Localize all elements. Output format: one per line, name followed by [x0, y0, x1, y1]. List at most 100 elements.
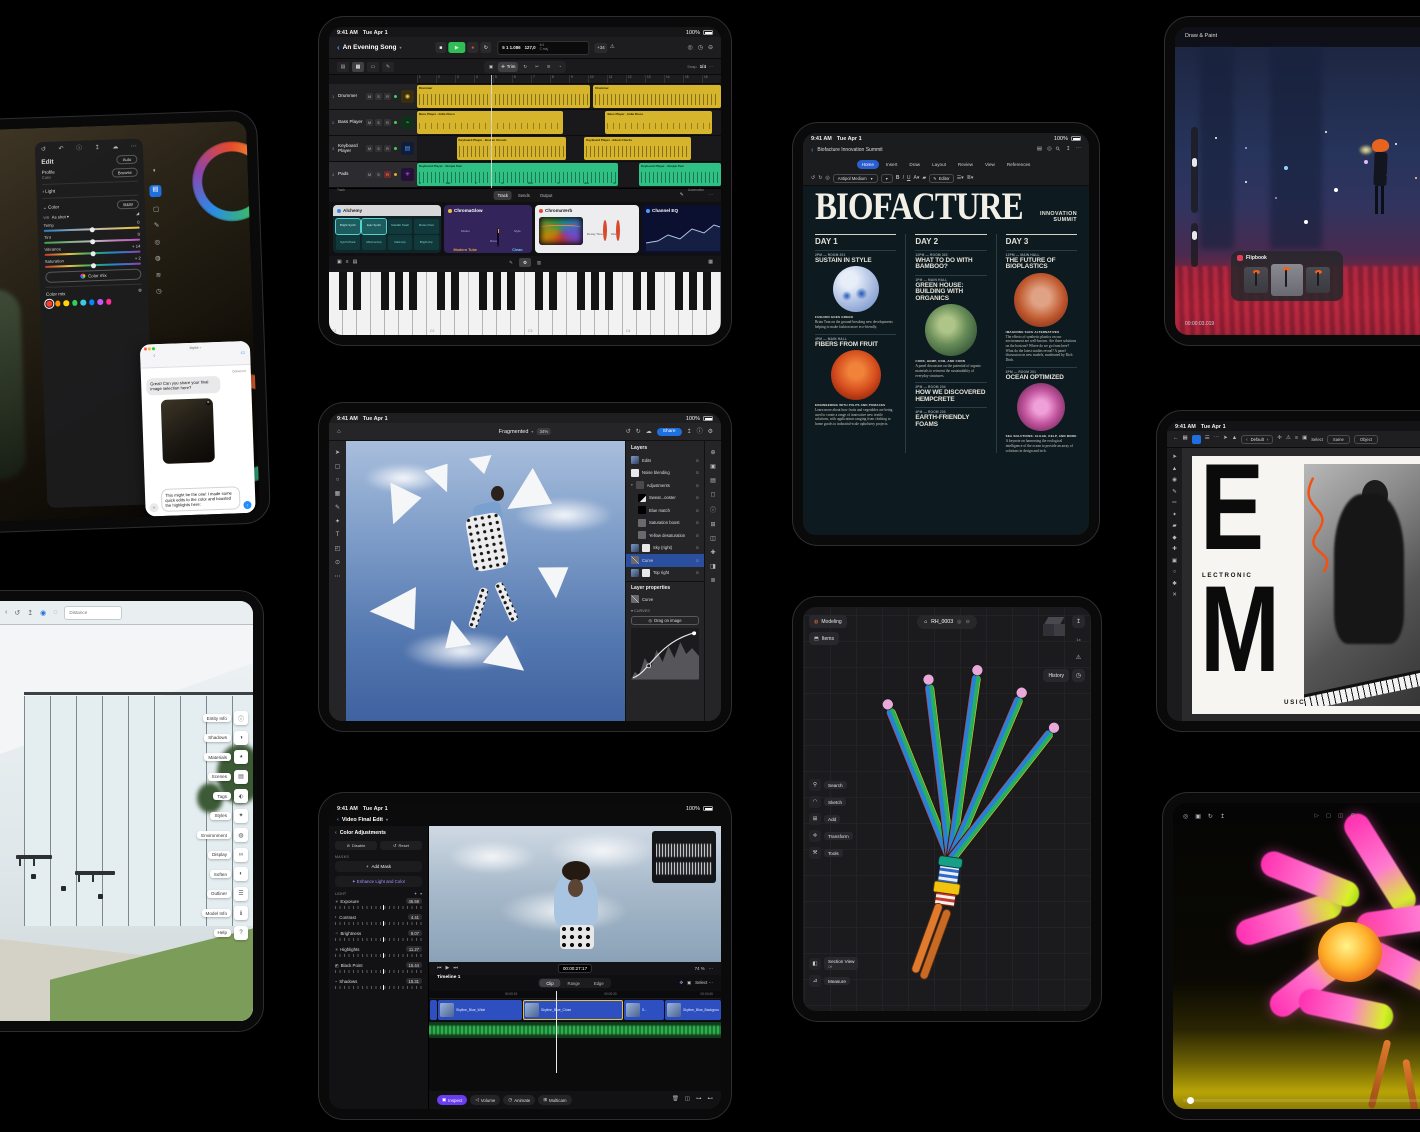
document-title[interactable]: Fragmented: [499, 429, 529, 435]
alchemy-snapshot-cell[interactable]: Epic Synth: [362, 219, 387, 234]
clip-partial[interactable]: [430, 1000, 437, 1020]
cycle-button[interactable]: ↻: [480, 42, 491, 53]
play-icon[interactable]: ▷: [1315, 813, 1319, 819]
eye-icon[interactable]: ⊙: [696, 495, 699, 500]
layer-row[interactable]: Sky (right)⊙: [626, 542, 704, 555]
list-icon[interactable]: ≣▾: [967, 176, 974, 181]
panel-button[interactable]: Scenes ▤: [197, 770, 248, 784]
lock-icon[interactable]: ▣: [1195, 813, 1201, 820]
underline-button[interactable]: U: [907, 175, 911, 181]
tool-icon[interactable]: ◆: [1172, 535, 1176, 541]
record-enable-button[interactable]: R: [384, 171, 391, 178]
font-picker[interactable]: Antipol Medium▾: [833, 174, 878, 183]
pencil-mode-icon[interactable]: ✎: [505, 258, 517, 267]
layer-group-row[interactable]: ▾Adjustments⊙: [626, 479, 704, 492]
playback-speed[interactable]: 74 %: [695, 966, 705, 972]
ribbon-tab[interactable]: Insert: [881, 160, 903, 169]
home-icon[interactable]: ⌂: [337, 429, 341, 435]
eye-icon[interactable]: ⊙: [696, 483, 699, 488]
tool-icon[interactable]: ✏: [1172, 500, 1177, 506]
tab-output[interactable]: Output: [536, 191, 557, 200]
tool-icon[interactable]: ✚: [1172, 546, 1177, 552]
eyedropper-icon[interactable]: ◢: [136, 212, 139, 216]
history-button[interactable]: History: [1043, 669, 1069, 682]
mute-button[interactable]: M: [366, 119, 373, 126]
align-icon[interactable]: ☰▾: [957, 176, 964, 181]
drag-on-image-button[interactable]: ◎Drag on image: [631, 616, 699, 625]
keyboard-mode-icon[interactable]: ⚙: [519, 258, 531, 267]
node-tool-icon[interactable]: ▲: [1232, 436, 1237, 442]
poster-artboard[interactable]: E LECTRONIC M USIC: [1192, 456, 1420, 714]
clock-icon[interactable]: ◷: [698, 45, 703, 51]
eye-icon[interactable]: ⊙: [696, 533, 699, 538]
flipbook-panel[interactable]: Flipbook: [1231, 251, 1343, 301]
tool-icon[interactable]: ⋯: [335, 573, 341, 580]
alchemy-snapshot-cell[interactable]: Bright Synth: [336, 219, 361, 234]
sync-icon[interactable]: ◎: [957, 619, 962, 625]
layer-row[interactable]: Sweat...ooster⊙: [626, 492, 704, 505]
export-icon[interactable]: ↥: [27, 609, 33, 617]
panel-button[interactable]: Styles ✦: [197, 809, 248, 823]
brush-size-slider[interactable]: [1191, 127, 1198, 213]
panel-button[interactable]: Tags ⬖: [197, 789, 248, 803]
swatch-pink[interactable]: [106, 299, 112, 305]
redo-icon[interactable]: ↻: [818, 176, 822, 181]
trash-icon[interactable]: 🗑: [672, 1097, 679, 1103]
record-settings-icon[interactable]: ▣: [337, 260, 342, 265]
more-icon[interactable]: ⋯: [131, 144, 137, 150]
swatch-yellow[interactable]: [63, 300, 69, 306]
loop-icon[interactable]: ↻: [1208, 813, 1213, 820]
panel-icon[interactable]: ◍: [234, 828, 248, 842]
tool-icon[interactable]: ➤: [335, 449, 340, 456]
undo-icon[interactable]: ↶: [58, 146, 63, 152]
layer-row[interactable]: Yellow desaturation⊙: [626, 529, 704, 542]
swatch-orange[interactable]: [55, 300, 61, 306]
pencil-icon[interactable]: ✎: [382, 62, 394, 72]
eye-icon[interactable]: ⊙: [696, 520, 699, 525]
home-icon[interactable]: ⌂: [924, 619, 927, 625]
panel-icon[interactable]: ?: [234, 926, 248, 940]
more-icon[interactable]: ⋯: [1076, 147, 1082, 153]
alchemy-snapshot-cell[interactable]: Bright Arp: [414, 235, 439, 250]
record-button[interactable]: ●: [467, 42, 478, 53]
tool-icon[interactable]: ✦: [1172, 512, 1177, 518]
enhance-button[interactable]: ✦ Enhance Light and Color: [335, 876, 422, 887]
track-lane[interactable]: Keyboard Player - Broken Chords Keyboard…: [417, 136, 721, 161]
extract-icon[interactable]: ◫: [685, 1097, 690, 1103]
panel-icon[interactable]: ☰: [234, 887, 248, 901]
move-tool-icon[interactable]: ➤: [1223, 436, 1228, 442]
clip[interactable]: Skyline_Blue_Wide: [438, 1000, 522, 1020]
orbit-icon[interactable]: ◎: [1183, 813, 1188, 820]
tool-icon[interactable]: ▲: [1172, 466, 1177, 472]
distance-input[interactable]: [64, 606, 122, 620]
highlight-icon[interactable]: ▰: [922, 176, 926, 181]
tool-icon[interactable]: ○: [1173, 569, 1176, 575]
notifications-icon[interactable]: ◌: [53, 609, 57, 616]
wet-knob[interactable]: [616, 220, 620, 241]
record-enable-button[interactable]: R: [384, 145, 391, 152]
ribbon-tab[interactable]: Draw: [904, 160, 925, 169]
flip-icon[interactable]: ⚠: [1286, 436, 1291, 442]
swatch-teal[interactable]: [80, 300, 86, 306]
frame-thumbnail[interactable]: [1306, 267, 1330, 293]
mute-button[interactable]: M: [366, 145, 373, 152]
pause-icon[interactable]: ≡: [346, 260, 349, 265]
panel-icon[interactable]: ▤: [234, 770, 248, 784]
panel-icon[interactable]: ◕: [234, 750, 248, 764]
light-icon[interactable]: ◐: [153, 168, 157, 175]
alchemy-snapshot-cell[interactable]: Synth Pluck: [336, 235, 361, 250]
region[interactable]: Bass Player - Indie Disco: [605, 111, 711, 134]
metronome-tool[interactable]: ◔: [555, 62, 564, 72]
lcd-display[interactable]: 5 1 1.086 127,0 4/4C maj: [497, 41, 589, 55]
panel-icon[interactable]: ✦: [234, 809, 248, 823]
eye-icon[interactable]: ⊙: [696, 470, 699, 475]
panel-icon[interactable]: ⬖: [234, 789, 248, 803]
list-icon[interactable]: ▤: [353, 260, 358, 265]
connect-icon[interactable]: ✥: [679, 981, 683, 985]
modeling-button[interactable]: ◍Modeling: [809, 615, 847, 628]
window-controls[interactable]: [144, 347, 155, 350]
render-viewport[interactable]: [1173, 825, 1420, 1109]
bw-button[interactable]: B&W: [117, 200, 139, 210]
orbit-icon[interactable]: ◉: [40, 609, 46, 617]
ideas-icon[interactable]: ◎: [825, 176, 829, 181]
